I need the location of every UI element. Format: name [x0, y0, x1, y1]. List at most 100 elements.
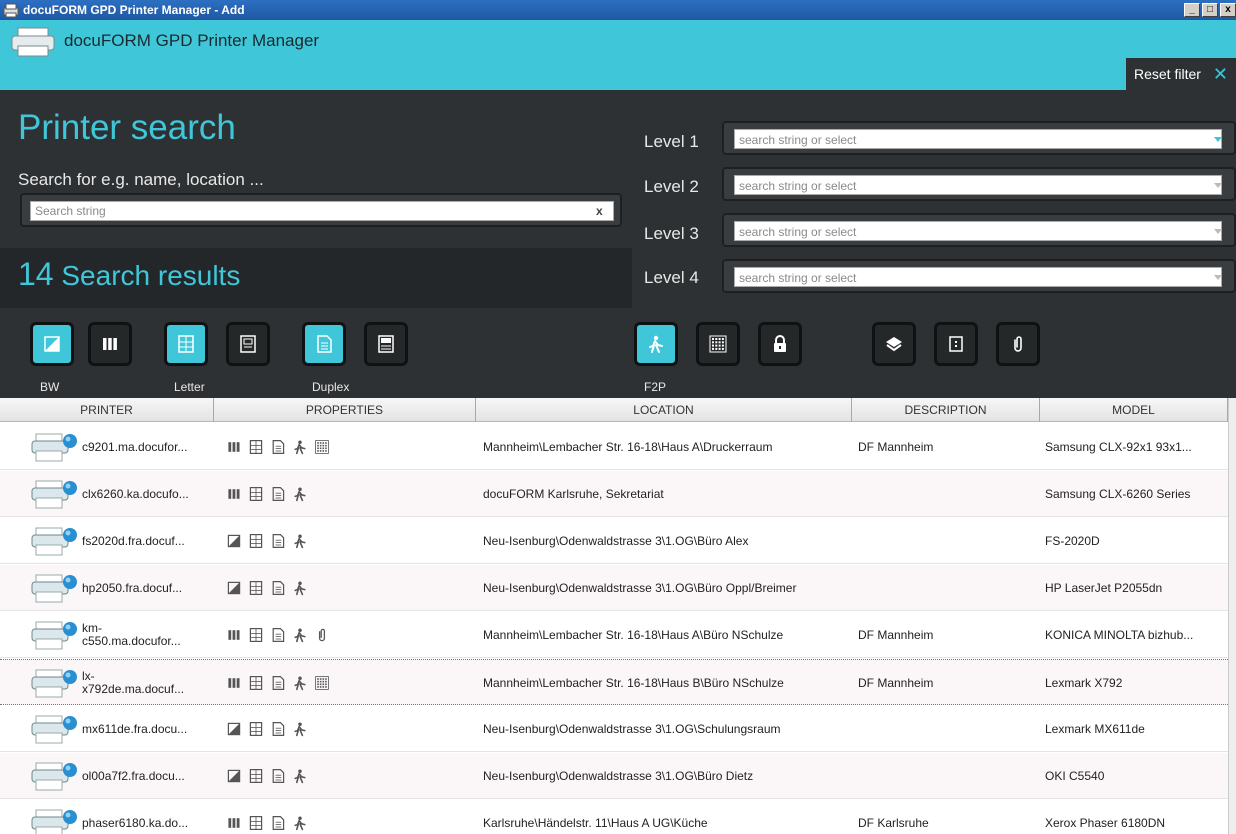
keypad-icon [314, 675, 330, 691]
level-1-input[interactable]: search string or select [734, 129, 1222, 149]
filter-a4-button[interactable] [226, 322, 270, 366]
printer-model: FS-2020D [1045, 534, 1100, 548]
filter-label: BW [40, 380, 60, 394]
f2p-icon [292, 533, 308, 549]
clear-search-button[interactable]: x [596, 204, 603, 218]
column-properties[interactable]: PROPERTIES [214, 398, 476, 422]
table-row[interactable]: ol00a7f2.fra.docu... Neu-Isenburg\Odenwa… [0, 753, 1228, 799]
printer-model: OKI C5540 [1045, 769, 1105, 783]
bw-icon [226, 768, 242, 784]
chevron-down-icon[interactable] [1208, 175, 1228, 195]
table-row[interactable]: c9201.ma.docufor... Mannheim\Lembacher S… [0, 424, 1228, 470]
column-description[interactable]: DESCRIPTION [852, 398, 1040, 422]
color-bars-icon [226, 439, 242, 455]
filter-layers-button[interactable] [872, 322, 916, 366]
level-3-input[interactable]: search string or select [734, 221, 1222, 241]
duplex-icon [270, 815, 286, 831]
filter-bw-button[interactable] [30, 322, 74, 366]
letter-icon [248, 439, 264, 455]
color-bars-icon [100, 334, 120, 354]
printer-properties [226, 579, 308, 597]
f2p-icon [292, 580, 308, 596]
column-location[interactable]: LOCATION [476, 398, 852, 422]
f2p-icon [646, 334, 666, 354]
app-header: docuFORM GPD Printer Manager [0, 20, 1236, 90]
printer-location: Neu-Isenburg\Odenwaldstrasse 3\1.OG\Büro… [483, 769, 754, 783]
letter-icon [248, 815, 264, 831]
chevron-down-icon[interactable] [1208, 129, 1228, 149]
table-row[interactable]: km- c550.ma.docufor... Mannheim\Lembache… [0, 612, 1228, 658]
app-title: docuFORM GPD Printer Manager [64, 31, 320, 50]
table-row[interactable]: phaser6180.ka.do... Karlsruhe\Händelstr.… [0, 800, 1228, 834]
chevron-down-icon[interactable] [1208, 267, 1228, 287]
color-bars-icon [226, 486, 242, 502]
chevron-down-icon[interactable] [1208, 221, 1228, 241]
card-icon [946, 334, 966, 354]
filter-paperclip-button[interactable] [996, 322, 1040, 366]
printer-description: DF Karlsruhe [858, 816, 929, 830]
keypad-icon [314, 439, 330, 455]
level-4-label: Level 4 [644, 268, 699, 287]
duplex-icon [270, 533, 286, 549]
table-row[interactable]: mx611de.fra.docu... Neu-Isenburg\Odenwal… [0, 706, 1228, 752]
printer-name: clx6260.ka.docufo... [82, 486, 189, 501]
column-printer[interactable]: PRINTER [0, 398, 214, 422]
printer-app-icon [3, 3, 19, 18]
letter-icon [248, 627, 264, 643]
column-model[interactable]: MODEL [1040, 398, 1228, 422]
filter-label: Duplex [312, 380, 350, 394]
printer-description [858, 565, 1038, 611]
printer-location: Neu-Isenburg\Odenwaldstrasse 3\1.OG\Büro… [483, 534, 749, 548]
level-3-select[interactable]: search string or select [722, 213, 1236, 247]
f2p-icon [292, 627, 308, 643]
filter-keypad-button[interactable] [696, 322, 740, 366]
level-4-input[interactable]: search string or select [734, 267, 1222, 287]
page-title: Printer search [18, 108, 236, 147]
filter-card-button[interactable] [934, 322, 978, 366]
printer-location: Karlsruhe\Händelstr. 11\Haus A UG\Küche [483, 816, 708, 830]
table-row[interactable]: lx- x792de.ma.docuf... Mannheim\Lembache… [0, 659, 1228, 705]
level-2-select[interactable]: search string or select [722, 167, 1236, 201]
printer-location: Mannheim\Lembacher Str. 16-18\Haus B\Bür… [483, 676, 784, 690]
printer-name: mx611de.fra.docu... [82, 721, 188, 736]
level-4-select[interactable]: search string or select [722, 259, 1236, 293]
f2p-icon [292, 768, 308, 784]
letter-icon [248, 768, 264, 784]
printer-model: Lexmark MX611de [1045, 722, 1145, 736]
printer-properties [226, 485, 308, 503]
f2p-icon [292, 815, 308, 831]
window-titlebar: docuFORM GPD Printer Manager - Add _ □ x [0, 0, 1236, 20]
duplex-icon [314, 334, 334, 354]
minimize-button[interactable]: _ [1184, 3, 1200, 17]
table-row[interactable]: clx6260.ka.docufo... docuFORM Karlsruhe,… [0, 471, 1228, 517]
printer-description: DF Mannheim [858, 440, 934, 454]
search-hint: Search for e.g. name, location ... [18, 170, 264, 189]
duplex-icon [270, 627, 286, 643]
printer-properties [226, 674, 330, 692]
filter-f2p-button[interactable] [634, 322, 678, 366]
table-row[interactable]: fs2020d.fra.docuf... Neu-Isenburg\Odenwa… [0, 518, 1228, 564]
filter-lock-button[interactable] [758, 322, 802, 366]
close-icon: ✕ [1212, 63, 1229, 84]
f2p-icon [292, 486, 308, 502]
a4-icon [238, 334, 258, 354]
level-2-input[interactable]: search string or select [734, 175, 1222, 195]
table-scrollbar[interactable] [1228, 398, 1236, 834]
close-window-button[interactable]: x [1220, 3, 1236, 17]
level-1-label: Level 1 [644, 132, 699, 151]
printer-icon [31, 621, 77, 650]
level-2-label: Level 2 [644, 177, 699, 196]
filter-color-bars-button[interactable] [88, 322, 132, 366]
filter-duplex-button[interactable] [302, 322, 346, 366]
reset-filter-button[interactable]: Reset filter ✕ [1126, 58, 1236, 90]
level-1-select[interactable]: search string or select [722, 121, 1236, 155]
layers-icon [884, 334, 904, 354]
table-row[interactable]: hp2050.fra.docuf... Neu-Isenburg\Odenwal… [0, 565, 1228, 611]
filter-simplex-button[interactable] [364, 322, 408, 366]
search-input[interactable] [30, 201, 614, 221]
letter-icon [248, 675, 264, 691]
printer-icon [31, 433, 77, 462]
maximize-button[interactable]: □ [1202, 3, 1218, 17]
filter-letter-button[interactable] [164, 322, 208, 366]
printer-properties [226, 720, 308, 738]
